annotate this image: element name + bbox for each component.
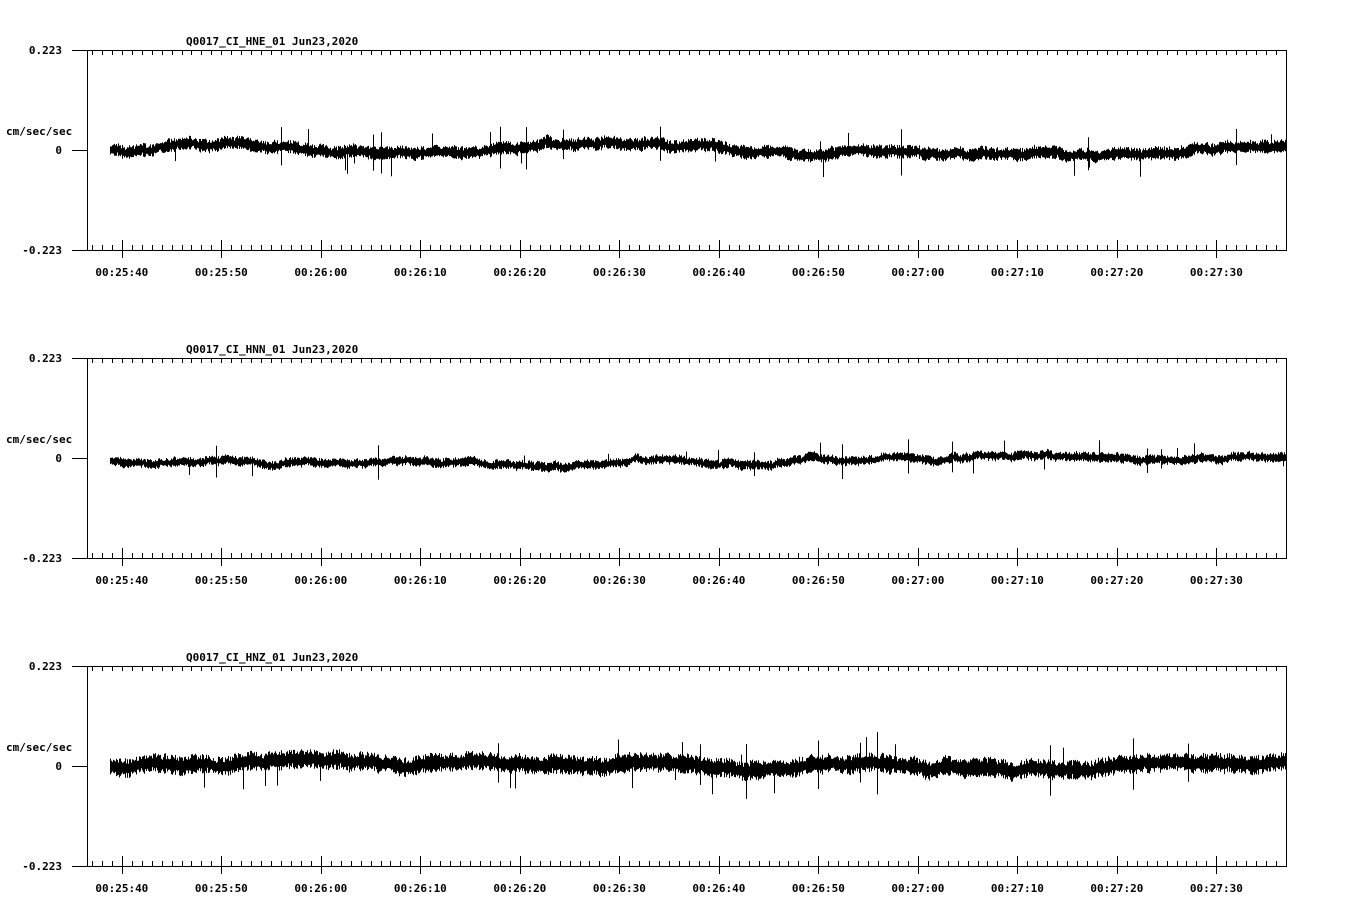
waveform-line — [110, 126, 1286, 177]
panel-1: Q0017_CI_HNN_01 Jun23,2020 0.223 0 -0.223 cm… — [6, 343, 1287, 587]
x-tick-label: 00:26:30 — [593, 882, 646, 895]
x-tick-label: 00:26:10 — [394, 882, 447, 895]
y-tick-label-zero: 0 — [55, 452, 62, 465]
x-tick-label: 00:25:40 — [95, 882, 148, 895]
x-tick-label: 00:26:00 — [294, 574, 347, 587]
x-tick-label: 00:27:20 — [1090, 882, 1143, 895]
y-tick-label-bottom: -0.223 — [22, 244, 62, 257]
x-tick-label: 00:26:10 — [394, 266, 447, 279]
seismogram-figure: Q0017_CI_HNE_01 Jun23,2020 0.223 0 -0.223 cm… — [6, 35, 1287, 895]
x-tick-label: 00:27:20 — [1090, 574, 1143, 587]
y-tick-label-zero: 0 — [55, 760, 62, 773]
x-tick-label: 00:25:50 — [195, 266, 248, 279]
panel-2: Q0017_CI_HNZ_01 Jun23,2020 0.223 0 -0.223 cm… — [6, 651, 1287, 895]
x-tick-label: 00:26:40 — [692, 882, 745, 895]
y-tick-label-top: 0.223 — [29, 44, 62, 57]
x-tick-label: 00:27:30 — [1190, 574, 1243, 587]
x-tick-label: 00:26:30 — [593, 266, 646, 279]
x-tick-label: 00:27:00 — [891, 574, 944, 587]
y-axis-label: cm/sec/sec — [6, 433, 72, 446]
x-tick-label: 00:26:20 — [493, 882, 546, 895]
x-tick-label: 00:27:10 — [991, 574, 1044, 587]
x-tick-label: 00:26:10 — [394, 574, 447, 587]
x-tick-label: 00:27:30 — [1190, 882, 1243, 895]
x-tick-label: 00:26:00 — [294, 882, 347, 895]
y-tick-label-zero: 0 — [55, 144, 62, 157]
x-tick-label: 00:26:40 — [692, 574, 745, 587]
x-tick-label: 00:27:30 — [1190, 266, 1243, 279]
x-tick-label: 00:26:50 — [792, 266, 845, 279]
x-tick-label: 00:27:10 — [991, 266, 1044, 279]
waveform-line — [110, 732, 1286, 799]
x-tick-label: 00:26:50 — [792, 882, 845, 895]
x-tick-label: 00:26:40 — [692, 266, 745, 279]
y-tick-label-top: 0.223 — [29, 660, 62, 673]
panel-0: Q0017_CI_HNE_01 Jun23,2020 0.223 0 -0.223 cm… — [6, 35, 1287, 279]
chart-title: Q0017_CI_HNZ_01 Jun23,2020 — [186, 651, 358, 664]
x-tick-label: 00:26:20 — [493, 266, 546, 279]
y-tick-label-bottom: -0.223 — [22, 860, 62, 873]
x-tick-label: 00:26:50 — [792, 574, 845, 587]
chart-title: Q0017_CI_HNE_01 Jun23,2020 — [186, 35, 358, 48]
x-tick-label: 00:27:00 — [891, 266, 944, 279]
y-tick-label-top: 0.223 — [29, 352, 62, 365]
waveform-line — [110, 439, 1286, 480]
x-tick-label: 00:27:10 — [991, 882, 1044, 895]
x-tick-label: 00:25:40 — [95, 266, 148, 279]
x-tick-label: 00:26:30 — [593, 574, 646, 587]
x-tick-label: 00:27:00 — [891, 882, 944, 895]
x-tick-label: 00:27:20 — [1090, 266, 1143, 279]
chart-title: Q0017_CI_HNN_01 Jun23,2020 — [186, 343, 358, 356]
x-tick-label: 00:25:40 — [95, 574, 148, 587]
x-tick-label: 00:25:50 — [195, 574, 248, 587]
y-tick-label-bottom: -0.223 — [22, 552, 62, 565]
y-axis-label: cm/sec/sec — [6, 125, 72, 138]
x-tick-label: 00:25:50 — [195, 882, 248, 895]
x-tick-label: 00:26:20 — [493, 574, 546, 587]
y-axis-label: cm/sec/sec — [6, 741, 72, 754]
x-tick-label: 00:26:00 — [294, 266, 347, 279]
